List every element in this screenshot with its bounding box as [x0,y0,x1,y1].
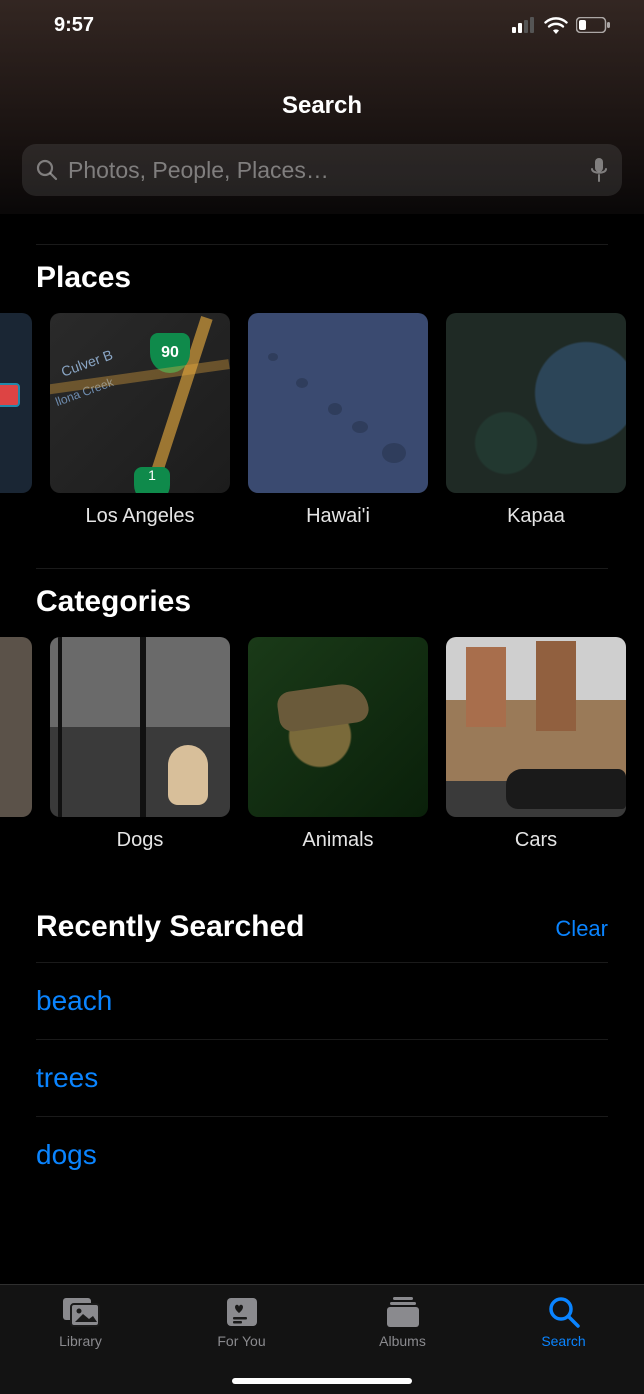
tile-label: Animals [248,817,428,852]
clear-button[interactable]: Clear [555,916,608,942]
tile-label: Hawai'i [248,493,428,528]
albums-icon [385,1296,421,1328]
places-tile-los-angeles[interactable]: Culver B llona Creek 90 1 Los Angeles [50,313,230,528]
tab-library[interactable]: Library [0,1295,161,1394]
recent-item-beach[interactable]: beach [36,962,608,1040]
status-bar: 9:57 [0,0,644,50]
places-tile-partial-left[interactable] [0,313,32,528]
tile-label: Dogs [50,817,230,852]
recent-list: beach trees dogs [0,962,644,1193]
cellular-signal-icon [512,17,536,33]
recent-title: Recently Searched [36,910,304,944]
status-right [512,16,610,34]
tab-label: Library [59,1333,102,1349]
places-title: Places [0,245,644,313]
tile-label: Kapaa [446,493,626,528]
wifi-icon [544,16,568,34]
categories-tile-animals[interactable]: Animals [248,637,428,852]
photo-library-icon [61,1296,101,1328]
categories-title: Categories [0,569,644,637]
places-tile-hawaii[interactable]: Hawai'i [248,313,428,528]
microphone-icon[interactable] [590,157,608,183]
places-scroller[interactable]: Culver B llona Creek 90 1 Los Angeles Ha… [0,313,644,528]
page-title: Search [0,50,644,144]
route-shield-icon: 90 [150,333,190,373]
tab-label: For You [217,1333,265,1349]
categories-scroller[interactable]: Dogs Animals Cars [0,637,644,852]
recent-item-dogs[interactable]: dogs [36,1117,608,1193]
categories-tile-partial-left[interactable] [0,637,32,852]
tile-label: Los Angeles [50,493,230,528]
battery-low-icon [576,17,610,33]
categories-tile-cars[interactable]: Cars [446,637,626,852]
search-icon [547,1295,581,1329]
places-section: Places Culver B llona Creek 90 1 Los Ang… [0,214,644,538]
map-road-label: Culver B [59,346,115,379]
tab-label: Albums [379,1333,426,1349]
header-region: 9:57 Search Photos, [0,0,644,214]
tile-label: Cars [446,817,626,852]
search-icon [36,159,58,181]
map-creek-label: llona Creek [53,375,115,409]
categories-section: Categories Dogs Animals Cars [0,538,644,862]
recent-section: Recently Searched Clear beach trees dogs [0,862,644,1193]
search-placeholder: Photos, People, Places… [68,157,580,184]
for-you-icon [225,1296,259,1328]
categories-tile-dogs[interactable]: Dogs [50,637,230,852]
home-indicator[interactable] [232,1378,412,1384]
places-tile-kapaa[interactable]: Kapaa [446,313,626,528]
tab-label: Search [541,1333,585,1349]
search-input[interactable]: Photos, People, Places… [22,144,622,196]
status-time: 9:57 [54,14,94,37]
recent-item-trees[interactable]: trees [36,1040,608,1117]
tab-search[interactable]: Search [483,1295,644,1394]
